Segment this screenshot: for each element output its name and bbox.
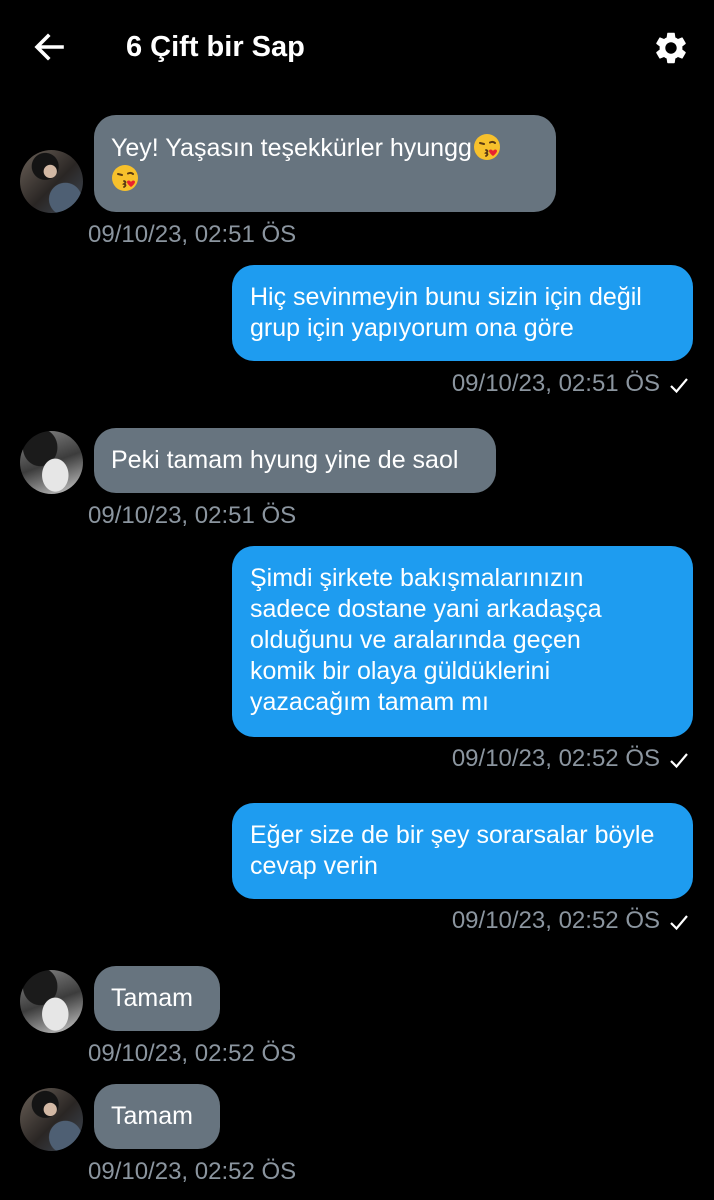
avatar[interactable] [20,431,83,494]
check-icon [670,378,688,394]
message-line: grup için yapıyorum ona göre [250,314,574,342]
message-bubble[interactable]: Şimdi şirkete bakışmalarınızın sadece do… [232,546,693,737]
arrow-left-icon [34,33,64,61]
message-line: Şimdi şirkete bakışmalarınızın [250,564,584,592]
message-bubble[interactable]: Tamam [94,1084,220,1149]
settings-button[interactable] [652,29,690,67]
chat-title: 6 Çift bir Sap [126,31,305,63]
message-line: komik bir olaya güldüklerini [250,657,551,685]
message-line [111,164,539,195]
message-bubble[interactable]: Peki tamam hyung yine de saol [94,428,496,493]
check-icon [670,915,688,931]
message-bubble[interactable]: Hiç sevinmeyin bunu sizin için değil gru… [232,265,693,361]
message-line: Tamam [111,984,193,1012]
message-timestamp: 09/10/23, 02:52 ÖS [88,1158,297,1185]
avatar[interactable] [20,150,83,213]
message-timestamp: 09/10/23, 02:51 ÖS [88,502,297,529]
message-timestamp: 09/10/23, 02:52 ÖS [451,907,660,934]
message-line: Peki tamam hyung yine de saol [111,446,459,474]
gear-icon [656,32,686,64]
message-bubble[interactable]: Eğer size de bir şey sorarsalar böyle ce… [232,803,693,899]
message-line: Eğer size de bir şey sorarsalar böyle [250,821,655,849]
avatar[interactable] [20,1088,83,1151]
message-timestamp: 09/10/23, 02:52 ÖS [88,1040,297,1067]
check-icon [670,753,688,769]
chat-header: 6 Çift bir Sap [0,0,714,98]
message-line: yazacağım tamam mı [250,688,489,716]
back-button[interactable] [30,28,68,66]
message-timestamp: 09/10/23, 02:51 ÖS [88,221,297,248]
message-line: Hiç sevinmeyin bunu sizin için değil [250,283,642,311]
message-line: Yey! Yaşasın teşekkürler hyungg [111,133,539,164]
message-bubble[interactable]: Yey! Yaşasın teşekkürler hyungg [94,115,556,212]
message-timestamp: 09/10/23, 02:51 ÖS [451,370,660,397]
message-timestamp: 09/10/23, 02:52 ÖS [451,745,660,772]
avatar[interactable] [20,970,83,1033]
message-line: Tamam [111,1102,193,1130]
message-line: olduğunu ve aralarında geçen [250,626,581,654]
message-bubble[interactable]: Tamam [94,966,220,1031]
message-line: cevap verin [250,852,378,880]
message-line: sadece dostane yani arkadaşça [250,595,602,623]
face-blowing-kiss-emoji [473,134,500,160]
face-blowing-kiss-emoji [112,165,138,191]
